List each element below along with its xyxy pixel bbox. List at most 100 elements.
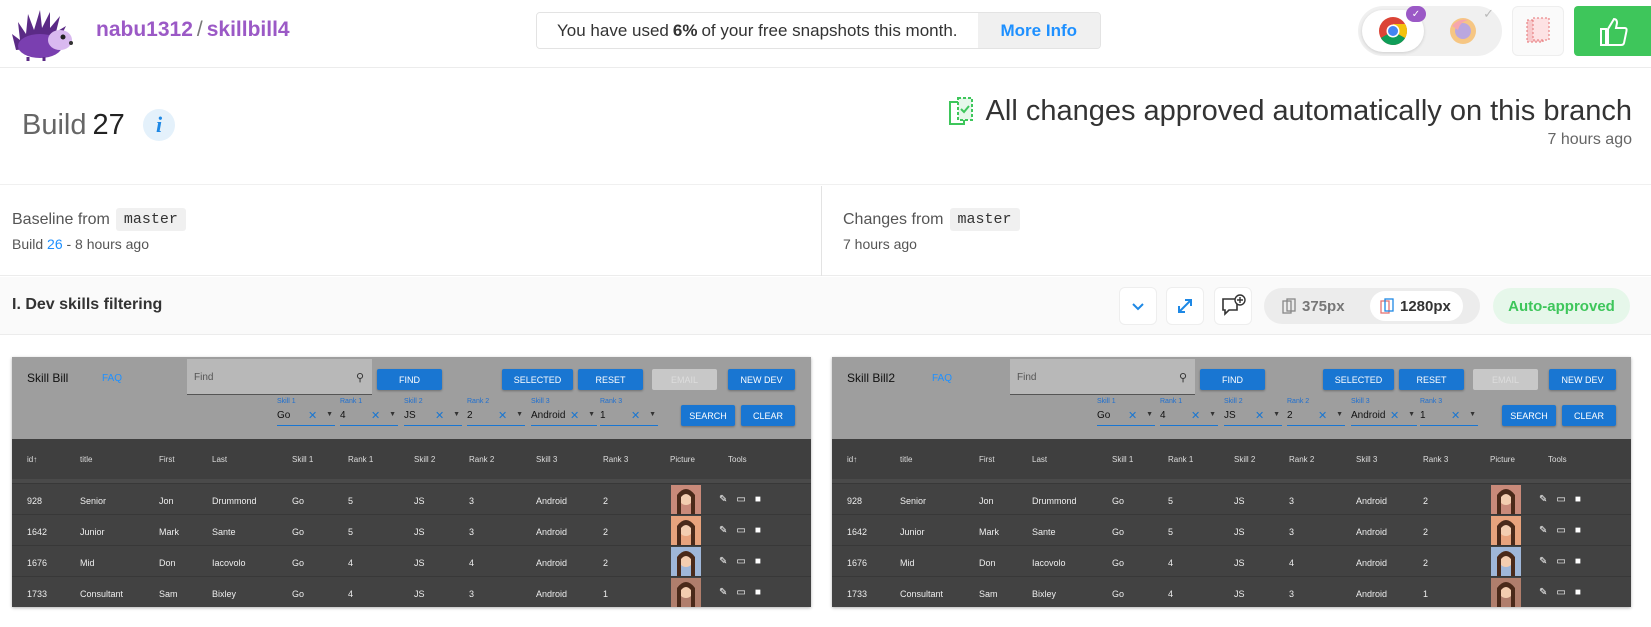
table-column-header: Rank 1 (1168, 455, 1194, 464)
table-cell: JS (1234, 527, 1245, 537)
width-1280-label: 1280px (1400, 297, 1451, 315)
table-column-header: Rank 2 (469, 455, 495, 464)
toggle-diff-button[interactable] (1512, 6, 1564, 56)
build-info-icon[interactable]: i (143, 109, 175, 141)
app-filter-field: Rank 2 2 ✕ ▼ (467, 398, 525, 426)
app-find-input: Find ⚲ (187, 359, 372, 395)
table-cell: Sam (979, 589, 998, 599)
table-cell: Don (159, 558, 176, 568)
app-find-button: FIND (377, 369, 442, 390)
app-selected-button: SELECTED (502, 369, 573, 390)
table-cell: Drummond (1032, 496, 1077, 506)
table-cell: 3 (469, 589, 475, 599)
filter-label: Rank 2 (1287, 398, 1310, 405)
table-column-header: Last (212, 455, 228, 464)
width-1280-button[interactable]: 1280px (1370, 291, 1463, 321)
table-cell: Sam (159, 589, 178, 599)
table-cell: 2 (1423, 527, 1429, 537)
table-row: 1676 Mid Don Iacovolo Go 4 JS 4 Android 2 ✎ ▭ ■ (832, 545, 1631, 577)
usage-text: You have used 6% of your free snapshots … (537, 13, 978, 48)
changes-label: Changes from (843, 210, 944, 228)
avatar (1491, 578, 1521, 607)
table-cell: 3 (1289, 589, 1295, 599)
repo-link[interactable]: skillbill4 (207, 18, 290, 41)
filter-label: Skill 2 (1224, 398, 1243, 405)
table-cell: Senior (900, 496, 927, 506)
baseline-branch: master (115, 208, 186, 231)
table-cell: Jon (979, 496, 994, 506)
changes-title: Changes from master (843, 208, 1020, 231)
table-cell: 5 (1168, 496, 1174, 506)
avatar (671, 485, 701, 515)
table-cell: Go (1112, 558, 1125, 568)
changes-time: 7 hours ago (843, 236, 917, 252)
app-title: Skill Bill2 (847, 371, 896, 385)
app-header: Skill Bill FAQ Find ⚲ FIND SELECTED RESE… (12, 357, 811, 439)
edit-pencil-icon: ✎ (1539, 587, 1548, 598)
changes-branch: master (949, 208, 1020, 231)
app-reset-button: RESET (578, 369, 643, 390)
approve-button[interactable] (1574, 6, 1651, 56)
app-header: Skill Bill2 FAQ Find ⚲ FIND SELECTED RES… (832, 357, 1631, 439)
table-cell: 3 (1289, 527, 1295, 537)
baseline-title: Baseline from master (12, 208, 186, 231)
avatar (1491, 547, 1521, 577)
app-filter-field: Skill 2 JS ✕ ▼ (404, 398, 462, 426)
owner-link[interactable]: nabu1312 (96, 18, 193, 41)
dropdown-arrow-icon: ▼ (389, 411, 396, 418)
edit-pencil-icon: ✎ (1539, 525, 1548, 536)
build-header: Build 27 i All changes approved automatic… (0, 69, 1651, 185)
edit-pencil-icon: ✎ (1539, 494, 1548, 505)
changes-screenshot[interactable]: Skill Bill2 FAQ Find ⚲ FIND SELECTED RES… (832, 357, 1631, 607)
table-row: 1642 Junior Mark Sante Go 5 JS 3 Android 2 ✎ ▭ ■ (832, 514, 1631, 546)
clear-x-icon: ✕ (1451, 410, 1461, 422)
baseline-screenshot[interactable]: Skill Bill FAQ Find ⚲ FIND SELECTED RESE… (12, 357, 811, 607)
fullscreen-button[interactable] (1166, 287, 1204, 325)
table-cell: Mid (900, 558, 915, 568)
mobile-snapshot-icon (1282, 298, 1296, 314)
table-cell: 4 (1168, 589, 1174, 599)
more-info-link[interactable]: More Info (977, 13, 1100, 48)
app-filter-field: Rank 1 4 ✕ ▼ (1160, 398, 1218, 426)
table-cell: 4 (1289, 558, 1295, 568)
clear-x-icon: ✕ (631, 410, 641, 422)
chrome-browser-button[interactable]: ✓ (1362, 6, 1426, 52)
table-column-header: Rank 1 (348, 455, 374, 464)
row-tools: ✎ ▭ ■ (1539, 494, 1581, 505)
firefox-check-mark: ✓ (1483, 6, 1494, 21)
table-column-header: Skill 3 (1356, 455, 1378, 464)
table-cell: JS (414, 496, 425, 506)
table-column-header: Skill 2 (1234, 455, 1256, 464)
dropdown-arrow-icon: ▼ (1408, 411, 1415, 418)
baseline-build-link[interactable]: 26 (47, 236, 63, 252)
baseline-label: Baseline from (12, 210, 110, 228)
trash-icon: ■ (754, 587, 761, 598)
avatar (671, 547, 701, 577)
table-cell: Android (1356, 589, 1388, 599)
approval-status-text: All changes approved automatically on th… (985, 95, 1632, 127)
filter-value: 2 (1287, 410, 1293, 421)
table-row: 928 Senior Jon Drummond Go 5 JS 3 Android 2 ✎ ▭ ■ (832, 483, 1631, 515)
table-column-header: id↑ (27, 455, 38, 464)
filter-label: Rank 3 (1420, 398, 1443, 405)
porcupine-logo-icon[interactable] (10, 4, 78, 62)
table-cell: 2 (603, 527, 609, 537)
app-find-input: Find ⚲ (1010, 359, 1195, 395)
top-bar: nabu1312/skillbill4 You have used 6% of … (0, 0, 1651, 68)
table-cell: Bixley (212, 589, 237, 599)
collapse-button[interactable] (1119, 287, 1157, 325)
calendar-icon: ▭ (736, 587, 746, 598)
clear-x-icon: ✕ (1318, 410, 1328, 422)
dropdown-arrow-icon: ▼ (649, 411, 656, 418)
table-column-header: Skill 2 (414, 455, 436, 464)
table-cell: 2 (603, 558, 609, 568)
comment-button[interactable] (1214, 287, 1252, 325)
dropdown-arrow-icon: ▼ (1469, 411, 1476, 418)
filter-value: Android (1351, 410, 1386, 421)
width-375-button[interactable]: 375px (1272, 291, 1357, 321)
table-cell: JS (1234, 496, 1245, 506)
clear-x-icon: ✕ (570, 410, 580, 422)
firefox-browser-button[interactable]: ✓ (1432, 6, 1494, 52)
table-cell: JS (414, 527, 425, 537)
table-column-header: Tools (728, 455, 747, 464)
